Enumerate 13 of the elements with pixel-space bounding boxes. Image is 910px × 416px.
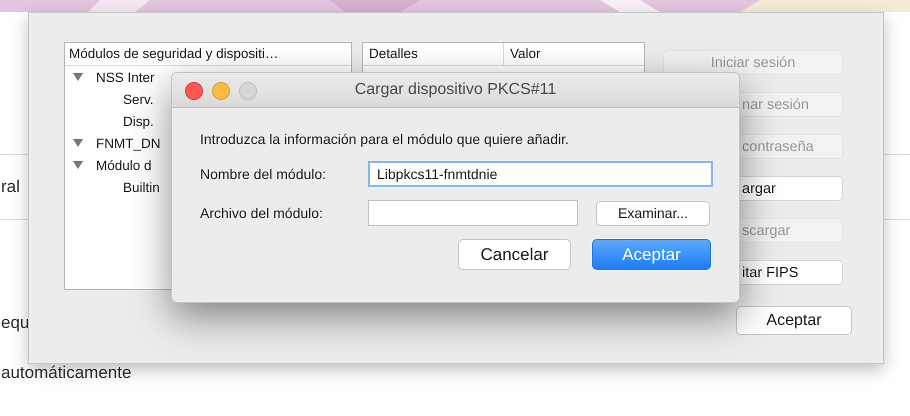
field-label: Nombre del módulo: (200, 166, 328, 182)
column-header: Valor (509, 45, 541, 63)
instructions-text: Introduzca la información para el módulo que quiere añadir. (200, 131, 570, 147)
page-text: automáticamente (0, 363, 132, 383)
column-header: Detalles (363, 43, 504, 65)
field-label: Archivo del módulo: (200, 205, 324, 221)
tree-item-label: FNMT_DN (96, 136, 160, 150)
window-title: Cargar dispositivo PKCS#11 (354, 81, 556, 99)
page-text: equ (0, 313, 30, 333)
tree-item-label: NSS Inter (96, 70, 155, 84)
column-header: Módulos de seguridad y dispositi… (65, 43, 351, 66)
tree-item-label: Módulo d (96, 158, 152, 172)
page-text: ral (0, 177, 20, 197)
